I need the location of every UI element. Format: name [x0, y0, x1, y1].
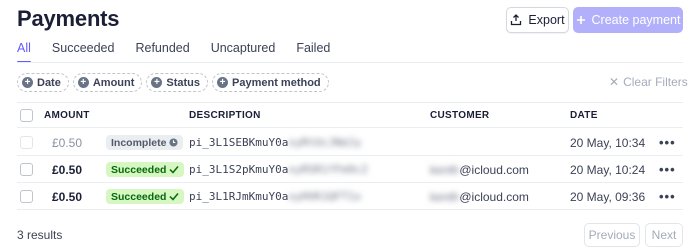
- tabs-divider: [17, 62, 683, 63]
- customer-email: kenth@icloud.com: [430, 190, 529, 204]
- date-value: 20 May, 09:36: [570, 190, 646, 204]
- tab-all[interactable]: All: [17, 41, 31, 63]
- table-row[interactable]: £0.50 Succeeded pi_3L1RJmKmuY0axyHVK1QFT…: [17, 183, 683, 210]
- table-row[interactable]: £0.50 Incomplete pi_3L1SEBKmuY0axyRtUcJN…: [17, 129, 683, 156]
- tab-uncaptured[interactable]: Uncaptured: [211, 41, 276, 63]
- column-date[interactable]: DATE: [570, 110, 598, 121]
- amount-value: £0.50: [51, 190, 82, 204]
- status-tabs: All Succeeded Refunded Uncaptured Failed: [17, 41, 351, 63]
- payment-description: pi_3L1SEBKmuY0axyRtUcJNdJy: [189, 136, 361, 149]
- page-title: Payments: [17, 6, 120, 31]
- select-all-checkbox[interactable]: [20, 109, 33, 122]
- description-id: pi_3L1RJmKmuY0a: [189, 190, 289, 203]
- redacted-text: kenth: [430, 190, 460, 204]
- row-checkbox[interactable]: [20, 190, 33, 203]
- payment-description: pi_3L1RJmKmuY0axyHVK1QFT1x: [189, 190, 361, 203]
- status-label: Incomplete: [111, 136, 167, 149]
- payment-description: pi_3L1S2pKmuY0axyRSR1fFm9c2: [189, 163, 368, 176]
- check-icon: [169, 193, 180, 201]
- next-page-button[interactable]: Next: [645, 223, 683, 247]
- export-icon: [511, 14, 522, 26]
- customer-email: kenth@icloud.com: [430, 163, 529, 177]
- filter-chip-status[interactable]: + Status: [146, 73, 209, 92]
- clear-filters-label: Clear Filters: [623, 75, 688, 89]
- export-button[interactable]: Export: [506, 7, 569, 33]
- close-icon: ✕: [609, 75, 620, 89]
- row-checkbox: [20, 136, 33, 149]
- filter-label: Status: [166, 76, 201, 89]
- more-icon[interactable]: •••: [659, 135, 676, 150]
- clock-icon: [169, 138, 178, 147]
- column-amount[interactable]: AMOUNT: [44, 110, 90, 121]
- more-icon[interactable]: •••: [659, 162, 676, 177]
- filter-chip-payment-method[interactable]: + Payment method: [212, 73, 329, 92]
- redacted-text: xyRSR1fFm9c2: [288, 163, 368, 176]
- row-checkbox[interactable]: [20, 163, 33, 176]
- table-header: AMOUNT DESCRIPTION CUSTOMER DATE: [17, 102, 683, 128]
- tab-refunded[interactable]: Refunded: [135, 41, 189, 63]
- table-row[interactable]: £0.50 Succeeded pi_3L1S2pKmuY0axyRSR1fFm…: [17, 156, 683, 183]
- date-value: 20 May, 10:34: [570, 136, 646, 150]
- customer-domain: @icloud.com: [459, 190, 529, 204]
- status-badge: Incomplete: [106, 135, 184, 150]
- filter-label: Amount: [92, 76, 135, 89]
- amount-value: £0.50: [51, 136, 82, 150]
- tab-succeeded[interactable]: Succeeded: [52, 41, 115, 63]
- filter-chip-amount[interactable]: + Amount: [72, 73, 143, 92]
- create-payment-label: Create payment: [591, 13, 681, 27]
- filter-chip-date[interactable]: + Date: [17, 73, 69, 92]
- status-label: Succeeded: [111, 163, 167, 176]
- add-filter-icon: +: [151, 77, 163, 88]
- customer-domain: @icloud.com: [459, 163, 529, 177]
- amount-value: £0.50: [51, 163, 82, 177]
- filter-label: Payment method: [232, 76, 321, 89]
- results-count: 3 results: [17, 228, 63, 242]
- date-value: 20 May, 10:24: [570, 163, 646, 177]
- status-badge: Succeeded: [106, 189, 185, 204]
- status-label: Succeeded: [111, 190, 167, 203]
- filter-label: Date: [37, 76, 61, 89]
- add-filter-icon: +: [217, 77, 229, 88]
- add-filter-icon: +: [22, 77, 33, 88]
- more-icon[interactable]: •••: [659, 189, 676, 204]
- add-filter-icon: +: [77, 77, 89, 88]
- column-customer[interactable]: CUSTOMER: [430, 110, 489, 121]
- description-id: pi_3L1SEBKmuY0a: [189, 136, 289, 149]
- status-badge: Succeeded: [106, 162, 185, 177]
- clear-filters-button[interactable]: ✕ Clear Filters: [609, 75, 688, 89]
- filter-bar: + Date + Amount + Status + Payment method: [17, 73, 329, 92]
- redacted-text: kenth: [430, 163, 460, 177]
- description-id: pi_3L1S2pKmuY0a: [189, 163, 289, 176]
- redacted-text: xyHVK1QFT1x: [288, 190, 362, 203]
- redacted-text: xyRtUcJNdJy: [288, 136, 362, 149]
- tab-failed[interactable]: Failed: [296, 41, 330, 63]
- previous-page-button[interactable]: Previous: [584, 223, 640, 247]
- column-description[interactable]: DESCRIPTION: [189, 110, 261, 121]
- check-icon: [169, 166, 180, 174]
- plus-icon: [576, 16, 585, 24]
- create-payment-button[interactable]: Create payment: [573, 7, 683, 33]
- export-label: Export: [528, 13, 565, 27]
